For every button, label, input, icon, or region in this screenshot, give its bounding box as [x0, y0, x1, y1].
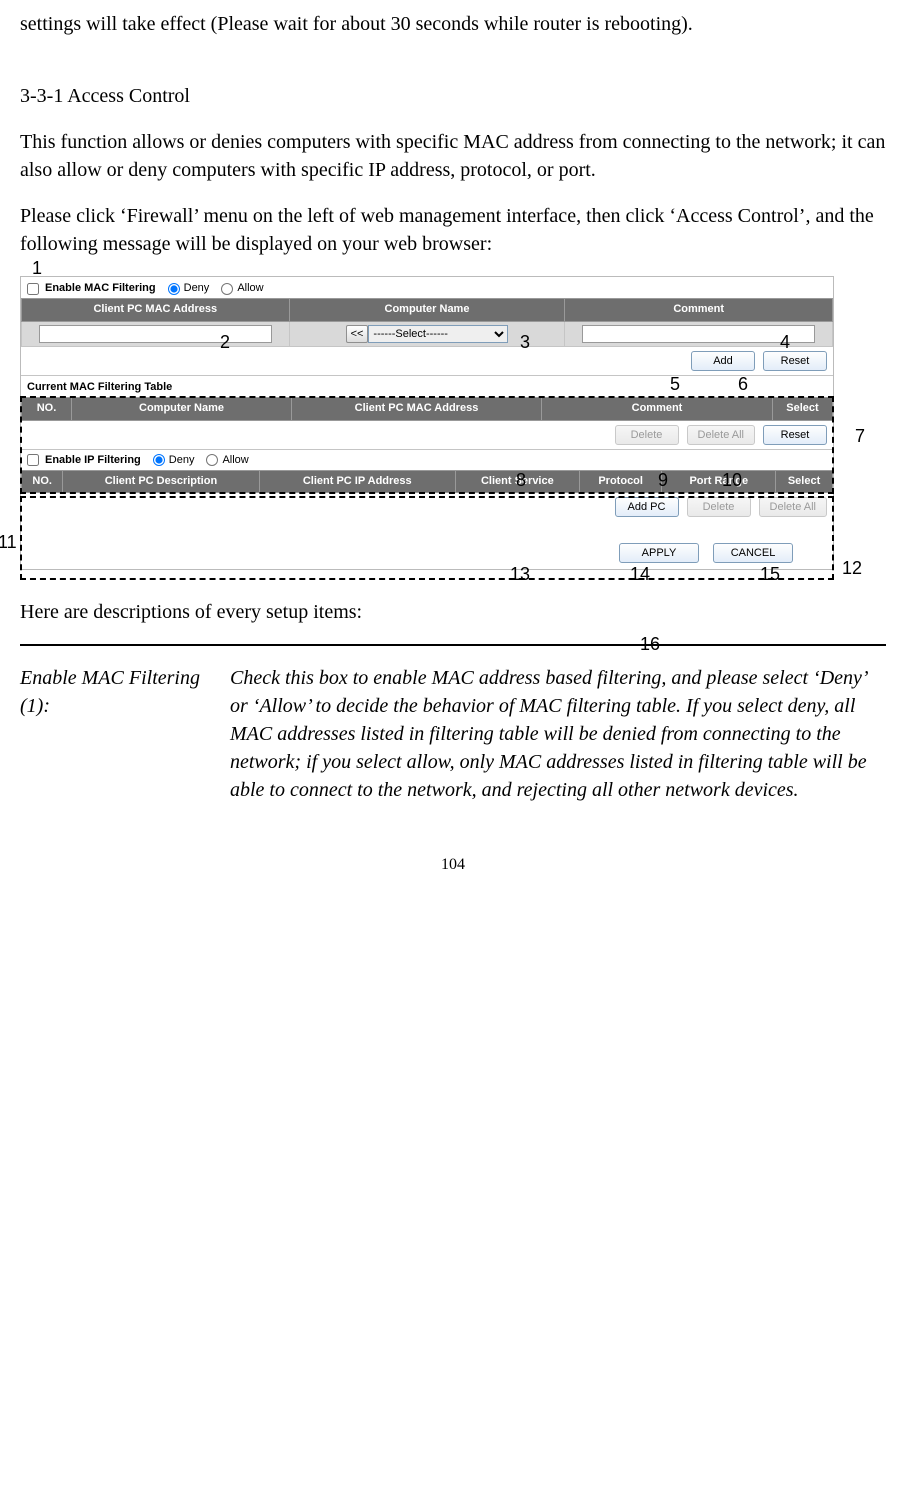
- enable-mac-label: Enable MAC Filtering: [45, 281, 156, 296]
- mac-table-title: Current MAC Filtering Table: [21, 376, 833, 397]
- paragraph-1: This function allows or denies computers…: [20, 128, 886, 184]
- computer-name-select[interactable]: ------Select------: [368, 325, 508, 343]
- th-computer-name: Computer Name: [289, 299, 565, 321]
- th-mac-address: Client PC MAC Address: [22, 299, 290, 321]
- mac-add-button[interactable]: Add: [691, 351, 755, 371]
- callout-3: 3: [520, 330, 530, 355]
- callout-16: 16: [640, 632, 660, 657]
- definition-description: Check this box to enable MAC address bas…: [230, 664, 886, 804]
- callout-2: 2: [220, 330, 230, 355]
- mac-allow-label: Allow: [237, 281, 263, 296]
- th-comment: Comment: [565, 299, 833, 321]
- figure-wrapper: 1 Enable MAC Filtering Deny Allow Client…: [20, 276, 886, 570]
- mac-input-table: Client PC MAC Address Computer Name Comm…: [21, 298, 833, 346]
- mac-button-row: Add Reset: [21, 347, 833, 375]
- mac-enable-row: Enable MAC Filtering Deny Allow: [21, 277, 833, 298]
- paragraph-2: Please click ‘Firewall’ menu on the left…: [20, 202, 886, 258]
- after-figure-text: Here are descriptions of every setup ite…: [20, 598, 886, 626]
- page-number: 104: [20, 854, 886, 876]
- separator-rule: [20, 644, 886, 646]
- dashed-box-ip-table: [20, 496, 834, 580]
- enable-mac-checkbox[interactable]: [27, 283, 39, 295]
- definition-term: Enable MAC Filtering (1):: [20, 664, 220, 804]
- section-heading: 3-3-1 Access Control: [20, 82, 886, 110]
- mac-address-input[interactable]: [39, 325, 272, 343]
- copy-name-button[interactable]: <<: [346, 325, 369, 343]
- callout-4: 4: [780, 330, 790, 355]
- mac-deny-radio[interactable]: [168, 283, 180, 295]
- callout-12: 12: [842, 556, 862, 581]
- definition-row: Enable MAC Filtering (1): Check this box…: [20, 664, 886, 804]
- callout-6: 6: [738, 372, 748, 397]
- callout-11: 11: [0, 530, 17, 555]
- dashed-box-mac-table: [20, 396, 834, 494]
- mac-allow-radio[interactable]: [221, 283, 233, 295]
- mac-reset-button[interactable]: Reset: [763, 351, 827, 371]
- callout-7: 7: [855, 424, 865, 449]
- mac-deny-label: Deny: [184, 281, 210, 296]
- callout-5: 5: [670, 372, 680, 397]
- preamble-text: settings will take effect (Please wait f…: [20, 10, 886, 38]
